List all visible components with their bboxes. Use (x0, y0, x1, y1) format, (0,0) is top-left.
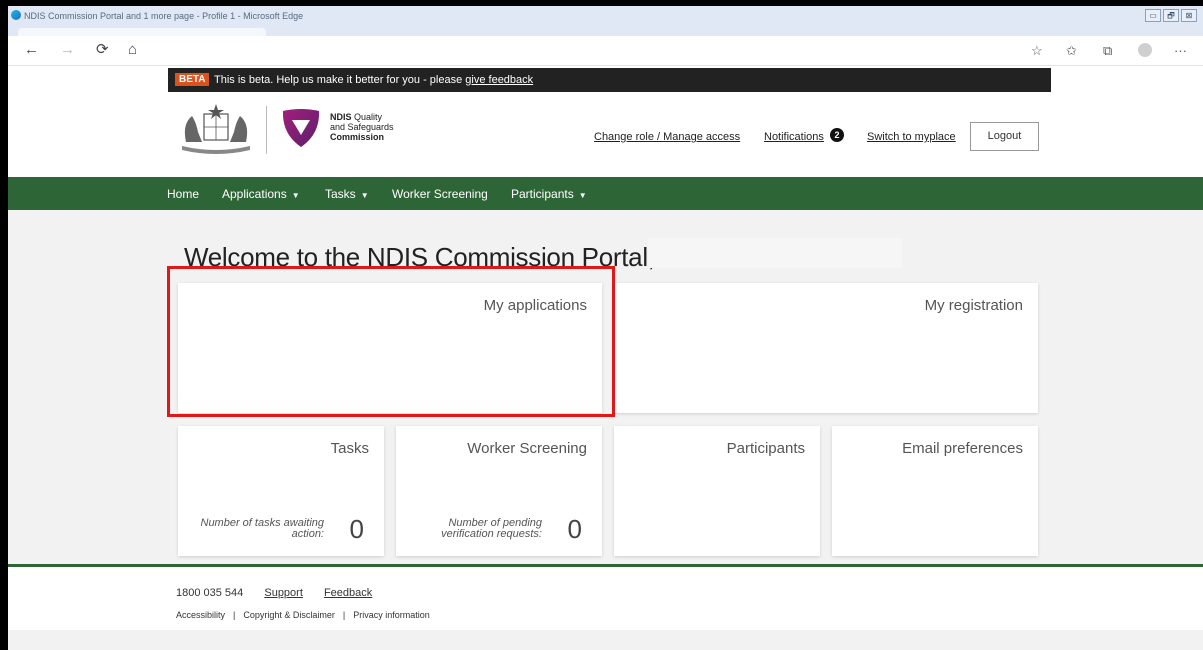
feedback-link[interactable]: Feedback (324, 587, 372, 599)
ndis-shield-logo-icon (282, 109, 320, 147)
worker-screening-card[interactable]: Worker Screening Number of pending verif… (396, 426, 602, 556)
main-nav: Home Applications ▼ Tasks ▼ Worker Screeni… (8, 177, 1203, 210)
chevron-down-icon: ▼ (360, 191, 369, 200)
browser-window: NDIS Commission Portal and 1 more page -… (8, 6, 1203, 650)
card-title: Worker Screening (467, 440, 587, 457)
nav-item-applications[interactable]: Applications ▼ (222, 187, 300, 201)
card-title: Participants (726, 440, 805, 457)
add-favorite-icon[interactable]: ☆ (1031, 43, 1043, 59)
change-role-link[interactable]: Change role / Manage access (594, 131, 740, 143)
restore-button[interactable]: 🗗 (1163, 9, 1179, 22)
chevron-down-icon: ▼ (578, 191, 587, 200)
logout-button[interactable]: Logout (970, 122, 1039, 151)
worker-screening-caption: Number of pending verification requests: (441, 517, 542, 540)
highlight-box (167, 266, 615, 417)
footer-separator: | (233, 610, 236, 620)
beta-message: This is beta. Help us make it better for… (214, 74, 466, 86)
tasks-count: 0 (349, 514, 364, 544)
home-icon[interactable]: ⌂ (128, 42, 137, 58)
worker-screening-count: 0 (567, 514, 582, 544)
privacy-link[interactable]: Privacy information (353, 610, 430, 620)
user-name-redacted (648, 238, 902, 268)
beta-badge: BETA (175, 73, 210, 86)
nav-item-tasks[interactable]: Tasks ▼ (325, 187, 369, 201)
chevron-down-icon: ▼ (291, 191, 300, 200)
nav-item-participants[interactable]: Participants ▼ (511, 187, 587, 201)
browser-toolbar: ← → ⟳ ⌂ ☆ ✩ ⧉ ··· (8, 36, 1203, 66)
address-bar[interactable] (158, 39, 1163, 61)
collections-icon[interactable]: ⧉ (1103, 43, 1112, 59)
window-title: NDIS Commission Portal and 1 more page -… (24, 11, 304, 21)
give-feedback-link[interactable]: give feedback (465, 74, 533, 86)
notifications-count-badge[interactable]: 2 (830, 128, 844, 142)
page-content: BETA This is beta. Help us make it bette… (8, 66, 1203, 650)
footer-separator: | (342, 610, 346, 620)
more-menu-icon[interactable]: ··· (1174, 43, 1187, 58)
card-title: My registration (924, 297, 1023, 314)
logo-divider (266, 106, 267, 154)
org-name: NDIS Quality and Safeguards Commission (330, 112, 394, 142)
edge-logo-icon (11, 10, 21, 20)
switch-to-myplace-link[interactable]: Switch to myplace (867, 131, 956, 143)
beta-banner: BETA This is beta. Help us make it bette… (168, 68, 1051, 92)
my-registration-card[interactable]: My registration (614, 283, 1038, 413)
email-preferences-card[interactable]: Email preferences (832, 426, 1038, 556)
favorites-icon[interactable]: ✩ (1066, 43, 1077, 59)
support-link[interactable]: Support (264, 587, 303, 599)
forward-icon[interactable]: → (60, 42, 75, 58)
minimize-button[interactable]: ▭ (1145, 9, 1161, 22)
title-bar: NDIS Commission Portal and 1 more page -… (8, 6, 1203, 36)
participants-card[interactable]: Participants (614, 426, 820, 556)
browser-tab[interactable] (18, 28, 266, 36)
nav-item-home[interactable]: Home (167, 187, 199, 201)
nav-item-worker-screening[interactable]: Worker Screening (392, 187, 488, 201)
close-button[interactable]: ⊠ (1181, 9, 1197, 22)
back-icon[interactable]: ← (24, 42, 39, 58)
site-footer: 1800 035 544 Support Feedback Accessibil… (8, 564, 1203, 630)
profile-avatar-icon[interactable] (1138, 43, 1152, 57)
card-title: Email preferences (902, 440, 1023, 457)
coat-of-arms-icon (182, 104, 250, 154)
site-header: BETA This is beta. Help us make it bette… (8, 66, 1203, 177)
accessibility-link[interactable]: Accessibility (176, 610, 225, 620)
tasks-card[interactable]: Tasks Number of tasks awaiting action: 0 (178, 426, 384, 556)
card-title: Tasks (330, 440, 369, 457)
copyright-link[interactable]: Copyright & Disclaimer (243, 610, 335, 620)
notifications-link[interactable]: Notifications (764, 131, 824, 143)
refresh-icon[interactable]: ⟳ (96, 42, 109, 58)
tasks-caption: Number of tasks awaiting action: (200, 517, 325, 540)
phone-number: 1800 035 544 (176, 587, 244, 599)
